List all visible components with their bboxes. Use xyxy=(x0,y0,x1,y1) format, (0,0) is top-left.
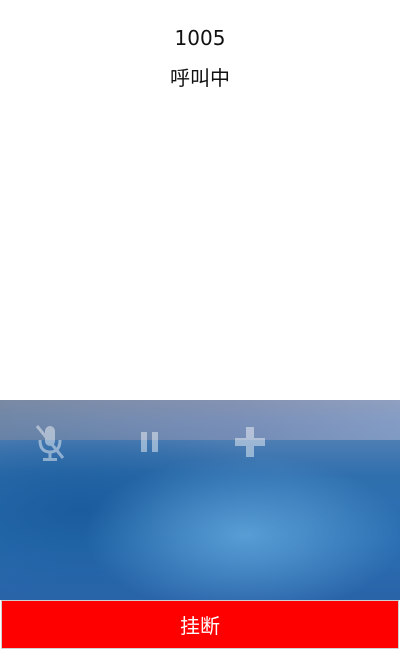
call-status: 呼叫中 xyxy=(170,66,230,90)
mute-button[interactable] xyxy=(30,420,70,464)
hold-button[interactable] xyxy=(130,420,170,464)
caller-number: 1005 xyxy=(174,26,226,50)
pause-icon xyxy=(138,430,162,454)
plus-icon xyxy=(234,426,266,458)
microphone-muted-icon xyxy=(33,422,67,462)
call-control-panel xyxy=(0,400,400,600)
add-call-button[interactable] xyxy=(230,420,270,464)
call-screen: 1005 呼叫中 挂断 xyxy=(0,0,400,650)
hangup-button[interactable]: 挂断 xyxy=(1,600,399,649)
call-info: 1005 呼叫中 xyxy=(0,0,400,400)
